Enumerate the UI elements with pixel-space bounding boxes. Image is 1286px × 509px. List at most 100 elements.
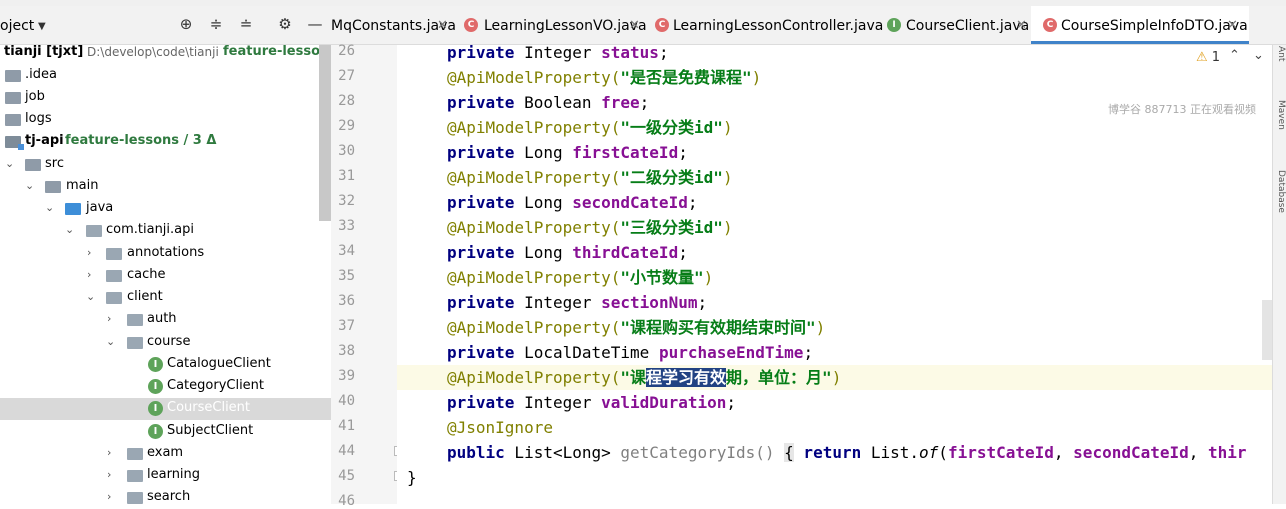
- chevron-right-icon[interactable]: ›: [107, 490, 117, 503]
- gear-icon[interactable]: ⚙: [276, 15, 294, 33]
- chevron-down-icon[interactable]: ⌄: [45, 201, 55, 214]
- chevron-down-icon[interactable]: ▼: [38, 21, 46, 32]
- chevron-down-icon[interactable]: ⌄: [65, 223, 75, 236]
- tree-item-label: tianji [tjxt]: [4, 44, 84, 59]
- folder-icon: [45, 181, 61, 193]
- tree-item-categoryclient[interactable]: I CategoryClient: [0, 376, 331, 398]
- package-icon: [106, 292, 122, 304]
- package-icon: [106, 248, 122, 260]
- close-icon[interactable]: ✕: [1227, 18, 1238, 33]
- tree-item-learning[interactable]: › learning: [0, 465, 331, 487]
- project-view-title[interactable]: oject: [0, 18, 34, 34]
- tab-learninglessoncontroller[interactable]: C LearningLessonController.java: [644, 6, 883, 44]
- punctuation: ;: [726, 393, 737, 412]
- code-line-36: private Integer sectionNum;: [447, 290, 707, 315]
- tree-item-root[interactable]: tianji [tjxt] D:\develop\code\tianji fea…: [0, 42, 346, 64]
- chevron-down-icon[interactable]: ⌄: [5, 157, 15, 170]
- punctuation: ;: [803, 343, 814, 362]
- chevron-down-icon[interactable]: ⌄: [25, 179, 35, 192]
- punctuation: ): [751, 68, 762, 87]
- line-number: 45: [338, 468, 355, 484]
- tree-item-idea[interactable]: .idea: [0, 65, 331, 87]
- chevron-right-icon[interactable]: ›: [107, 446, 117, 459]
- type-name: Integer: [514, 393, 602, 412]
- chevron-down-icon[interactable]: ⌄: [86, 290, 96, 303]
- field-name: purchaseEndTime: [658, 343, 804, 362]
- tree-item-label: CategoryClient: [167, 378, 265, 393]
- punctuation: ;: [678, 143, 688, 162]
- expand-all-icon[interactable]: ≑: [207, 15, 225, 33]
- tree-item-search[interactable]: › search: [0, 487, 331, 509]
- line-number: 46: [338, 493, 355, 509]
- annotation: @ApiModelProperty(: [447, 168, 621, 187]
- chevron-down-icon[interactable]: ⌄: [106, 335, 116, 348]
- tree-item-label: .idea: [25, 67, 57, 82]
- locate-icon[interactable]: ⊕: [177, 15, 195, 33]
- tree-item-subjectclient[interactable]: I SubjectClient: [0, 421, 331, 443]
- tree-item-cache[interactable]: › cache: [0, 265, 331, 287]
- close-icon[interactable]: ✕: [437, 18, 448, 33]
- tab-coursesimpleinfodto[interactable]: C CourseSimpleInfoDTO.java ✕: [1031, 6, 1249, 44]
- field-name: firstCateId: [947, 443, 1054, 462]
- chevron-right-icon[interactable]: ›: [87, 246, 97, 259]
- code-line-32: private Long secondCateId;: [447, 190, 697, 215]
- type-name: Long: [514, 243, 573, 262]
- tool-window-maven[interactable]: Maven: [1276, 100, 1286, 130]
- tree-item-catalogueclient[interactable]: I CatalogueClient: [0, 354, 331, 376]
- tab-label: CourseSimpleInfoDTO.java: [1061, 18, 1248, 34]
- close-icon[interactable]: ✕: [1016, 18, 1027, 33]
- line-number: 27: [338, 68, 355, 84]
- tree-scrollbar[interactable]: [319, 45, 331, 221]
- tree-item-src[interactable]: ⌄ src: [0, 154, 331, 176]
- hide-icon[interactable]: —: [306, 15, 324, 33]
- chevron-right-icon[interactable]: ›: [87, 268, 97, 281]
- line-number: 28: [338, 93, 355, 109]
- code-line-31: @ApiModelProperty("二级分类id"): [447, 165, 733, 190]
- interface-icon: I: [148, 401, 163, 416]
- package-icon: [127, 470, 143, 482]
- tree-item-client[interactable]: ⌄ client: [0, 287, 331, 309]
- tree-item-courseclient[interactable]: I CourseClient: [0, 398, 331, 420]
- string-literal: "二级分类id": [620, 168, 723, 187]
- package-icon: [86, 225, 102, 237]
- tree-item-tj-api[interactable]: tj-api feature-lessons / 3 Δ: [0, 131, 331, 153]
- folder-icon: [25, 159, 41, 171]
- keyword: public: [447, 443, 505, 462]
- interface-icon: I: [887, 18, 901, 32]
- string-literal: 期，单位：月": [726, 368, 832, 387]
- tree-item-com-tianji-api[interactable]: ⌄ com.tianji.api: [0, 220, 331, 242]
- line-number: 41: [338, 418, 355, 434]
- close-icon[interactable]: ✕: [629, 18, 640, 33]
- class-icon: C: [464, 18, 478, 32]
- collapse-all-icon[interactable]: ≐: [237, 15, 255, 33]
- punctuation: ): [722, 118, 733, 137]
- tree-item-label: src: [45, 156, 64, 171]
- code-line-41: @JsonIgnore: [447, 415, 553, 440]
- punctuation: ;: [687, 193, 698, 212]
- chevron-down-icon[interactable]: ⌄: [1253, 48, 1264, 63]
- tab-learninglessonvo[interactable]: C LearningLessonVO.java ✕: [453, 6, 647, 44]
- tree-item-exam[interactable]: › exam: [0, 443, 331, 465]
- tree-item-logs[interactable]: logs: [0, 109, 331, 131]
- editor-scrollbar[interactable]: [1262, 300, 1272, 360]
- tab-courseclient[interactable]: I CourseClient.java ✕: [884, 6, 1029, 44]
- tree-item-auth[interactable]: › auth: [0, 309, 331, 331]
- tree-item-label: java: [86, 200, 114, 215]
- annotation: @ApiModelProperty(: [447, 368, 621, 387]
- chevron-up-icon[interactable]: ⌃: [1229, 48, 1240, 63]
- tool-window-database[interactable]: Database: [1276, 170, 1286, 213]
- tab-label: CourseClient.java: [906, 18, 1030, 34]
- chevron-right-icon[interactable]: ›: [107, 312, 117, 325]
- tree-item-main[interactable]: ⌄ main: [0, 176, 331, 198]
- keyword: private: [447, 45, 515, 62]
- inspection-widget[interactable]: ⚠ 1: [1196, 50, 1220, 65]
- brace: }: [407, 468, 417, 487]
- chevron-right-icon[interactable]: ›: [107, 468, 117, 481]
- tree-item-java[interactable]: ⌄ java: [0, 198, 331, 220]
- tool-window-ant[interactable]: Ant: [1276, 46, 1286, 61]
- tab-mqconstants[interactable]: MqConstants.java ✕: [331, 6, 456, 44]
- tree-item-course[interactable]: ⌄ course: [0, 332, 331, 354]
- tree-item-job[interactable]: job: [0, 87, 331, 109]
- tree-item-annotations[interactable]: › annotations: [0, 243, 331, 265]
- punctuation: ): [831, 368, 842, 387]
